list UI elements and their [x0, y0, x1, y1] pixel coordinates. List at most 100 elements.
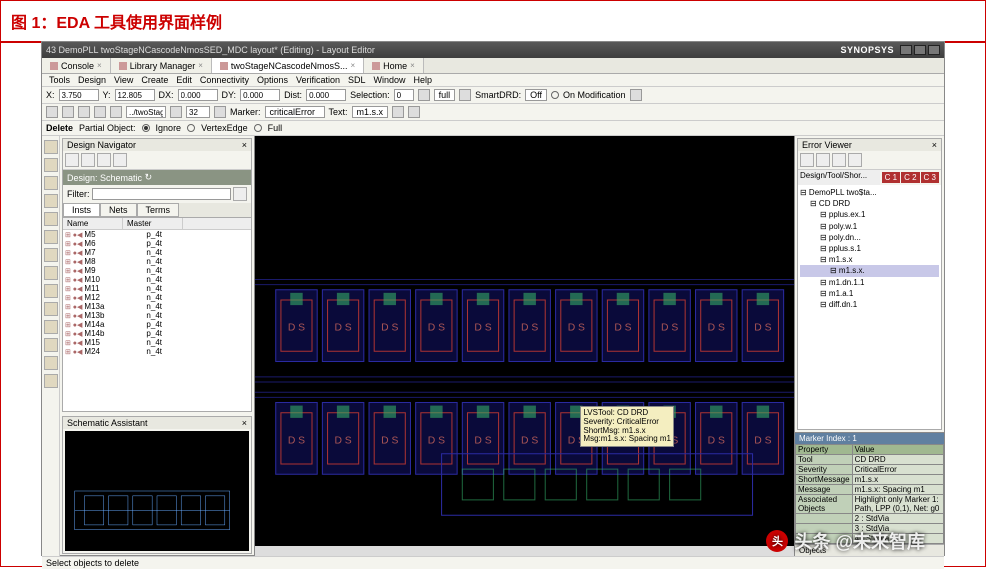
tree-item[interactable]: ⊟ m1.dn.1.1: [800, 277, 939, 288]
maximize-button[interactable]: [914, 45, 926, 55]
list-item[interactable]: ⊞ ●◀M13bn_4t: [63, 311, 251, 320]
menu-sdl[interactable]: SDL: [345, 75, 369, 85]
ignore-radio[interactable]: [142, 124, 150, 132]
marker-select[interactable]: criticalError: [265, 106, 325, 118]
list-item[interactable]: ⊞ ●◀M14bp_4t: [63, 329, 251, 338]
error-tree[interactable]: ⊟ DemoPLL two$ta...⊟ CD DRD⊟ pplus.ex.1⊟…: [798, 185, 941, 429]
tool-icon[interactable]: [44, 320, 58, 334]
tab-layout[interactable]: twoStageNCascodeNmosS...×: [212, 58, 364, 73]
ctab-1[interactable]: C 1: [882, 172, 900, 183]
close-icon[interactable]: ×: [410, 61, 415, 70]
tool-icon[interactable]: [214, 106, 226, 118]
tree-item[interactable]: ⊟ pplus.ex.1: [800, 209, 939, 220]
close-icon[interactable]: ×: [198, 61, 203, 70]
tool-icon[interactable]: [44, 158, 58, 172]
nav-icon[interactable]: [110, 106, 122, 118]
list-item[interactable]: ⊞ ●◀M7n_4t: [63, 248, 251, 257]
layout-canvas[interactable]: D SD SD SD SD SD SD SD SD SD SD S D SD S…: [255, 136, 794, 546]
tool-icon[interactable]: [44, 212, 58, 226]
tool-icon[interactable]: [44, 284, 58, 298]
menu-design[interactable]: Design: [75, 75, 109, 85]
tree-item[interactable]: ⊟ pplus.s.1: [800, 243, 939, 254]
subtab-terms[interactable]: Terms: [137, 203, 180, 217]
lock-icon[interactable]: [418, 89, 430, 101]
subtab-nets[interactable]: Nets: [100, 203, 137, 217]
menu-edit[interactable]: Edit: [173, 75, 195, 85]
ctab-3[interactable]: C 3: [921, 172, 939, 183]
tool-icon[interactable]: [44, 338, 58, 352]
x-input[interactable]: [59, 89, 99, 101]
tool-icon[interactable]: [408, 106, 420, 118]
list-item[interactable]: ⊞ ●◀M13an_4t: [63, 302, 251, 311]
tool-icon[interactable]: [44, 230, 58, 244]
h-scrollbar[interactable]: [255, 546, 794, 556]
tree-icon[interactable]: [65, 153, 79, 167]
close-icon[interactable]: ×: [97, 61, 102, 70]
tool-icon[interactable]: [44, 176, 58, 190]
nav-icon[interactable]: [78, 106, 90, 118]
instance-list[interactable]: NameMaster ⊞ ●◀M5p_4t⊞ ●◀M6p_4t⊞ ●◀M7n_4…: [63, 217, 251, 411]
mode-select[interactable]: full: [434, 89, 456, 101]
tool-icon[interactable]: [816, 153, 830, 167]
tree-item[interactable]: ⊟ diff.dn.1: [800, 299, 939, 310]
tool-icon[interactable]: [44, 374, 58, 388]
balance-icon[interactable]: [81, 153, 95, 167]
close-icon[interactable]: ×: [350, 61, 355, 70]
minimize-button[interactable]: [900, 45, 912, 55]
path-input[interactable]: [126, 106, 166, 118]
dist-input[interactable]: [306, 89, 346, 101]
list-item[interactable]: ⊞ ●◀M15n_4t: [63, 338, 251, 347]
level-input[interactable]: [186, 106, 210, 118]
menu-options[interactable]: Options: [254, 75, 291, 85]
tree-item[interactable]: ⊟ poly.w.1: [800, 221, 939, 232]
list-item[interactable]: ⊞ ●◀M12n_4t: [63, 293, 251, 302]
list-item[interactable]: ⊞ ●◀M5p_4t: [63, 230, 251, 239]
tab-home[interactable]: Home×: [364, 58, 424, 73]
onmod-radio[interactable]: [551, 91, 559, 99]
tree-item[interactable]: ⊟ DemoPLL two$ta...: [800, 187, 939, 198]
tool-icon[interactable]: [44, 194, 58, 208]
list-item[interactable]: ⊞ ●◀M11n_4t: [63, 284, 251, 293]
tool-icon[interactable]: [44, 266, 58, 280]
y-input[interactable]: [115, 89, 155, 101]
list-item[interactable]: ⊞ ●◀M24n_4t: [63, 347, 251, 356]
menu-help[interactable]: Help: [411, 75, 436, 85]
design-header[interactable]: Design: Schematic ↻: [63, 170, 251, 185]
close-button[interactable]: [928, 45, 940, 55]
tool-icon[interactable]: [800, 153, 814, 167]
tree-item[interactable]: ⊟ m1.s.x.: [800, 265, 939, 276]
tool-icon[interactable]: [97, 153, 111, 167]
nav-icon[interactable]: [94, 106, 106, 118]
tool-icon[interactable]: [44, 140, 58, 154]
close-icon[interactable]: ×: [932, 140, 937, 150]
list-item[interactable]: ⊞ ●◀M6p_4t: [63, 239, 251, 248]
tree-item[interactable]: ⊟ poly.dn...: [800, 232, 939, 243]
tab-console[interactable]: Console×: [42, 58, 111, 73]
ctab-2[interactable]: C 2: [901, 172, 919, 183]
menu-verification[interactable]: Verification: [293, 75, 343, 85]
menu-tools[interactable]: Tools: [46, 75, 73, 85]
nav-icon[interactable]: [46, 106, 58, 118]
tree-item[interactable]: ⊟ m1.a.1: [800, 288, 939, 299]
level-icon[interactable]: [170, 106, 182, 118]
sel-input[interactable]: [394, 89, 414, 101]
list-item[interactable]: ⊞ ●◀M8n_4t: [63, 257, 251, 266]
list-item[interactable]: ⊞ ●◀M14ap_4t: [63, 320, 251, 329]
dx-input[interactable]: [178, 89, 218, 101]
menu-create[interactable]: Create: [138, 75, 171, 85]
tool-icon[interactable]: [832, 153, 846, 167]
full-radio[interactable]: [254, 124, 262, 132]
tool-icon[interactable]: [848, 153, 862, 167]
subtab-insts[interactable]: Insts: [63, 203, 100, 217]
clear-icon[interactable]: [233, 187, 247, 201]
vertex-radio[interactable]: [187, 124, 195, 132]
tool-icon[interactable]: [44, 302, 58, 316]
close-icon[interactable]: ×: [242, 140, 247, 150]
tool-icon[interactable]: [44, 248, 58, 262]
nav-icon[interactable]: [62, 106, 74, 118]
gear-icon[interactable]: [630, 89, 642, 101]
tool-icon[interactable]: [44, 356, 58, 370]
tool-icon[interactable]: [113, 153, 127, 167]
list-item[interactable]: ⊞ ●◀M10n_4t: [63, 275, 251, 284]
dy-input[interactable]: [240, 89, 280, 101]
